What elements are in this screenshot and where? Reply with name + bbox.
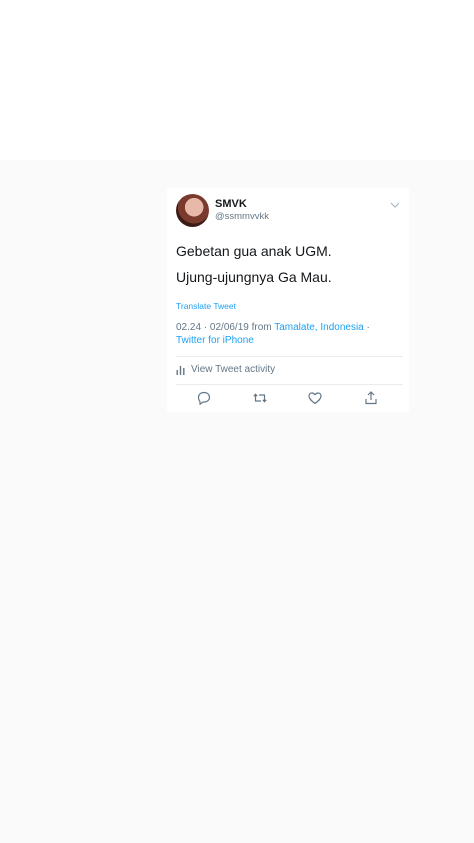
tweet-text-line-1: Gebetan gua anak UGM. [176,243,332,259]
chevron-down-icon[interactable] [389,198,401,210]
translate-tweet-link[interactable]: Translate Tweet [176,301,236,311]
source-link[interactable]: Twitter for iPhone [176,335,254,346]
tweet-actions [167,390,409,406]
bar-chart-icon [176,365,185,375]
divider [176,356,403,357]
retweet-icon[interactable] [252,390,268,406]
meta-separator: · [363,322,370,333]
location-link[interactable]: Tamalate, Indonesia [274,322,364,333]
share-icon[interactable] [363,390,379,406]
avatar[interactable] [176,194,209,227]
tweet-text-line-2: Ujung-ujungnya Ga Mau. [176,269,332,285]
tweet-meta-line: 02.24 · 02/06/19 from Tamalate, Indonesi… [176,322,370,333]
view-tweet-activity[interactable]: View Tweet activity [176,364,275,375]
user-handle[interactable]: @ssmmvvkk [215,211,269,222]
reply-icon[interactable] [196,390,212,406]
divider [176,384,403,385]
tweet-card: SMVK @ssmmvvkk Gebetan gua anak UGM. Uju… [167,188,409,412]
view-tweet-activity-label: View Tweet activity [191,364,276,375]
top-blank-area [0,0,474,160]
display-name[interactable]: SMVK [215,198,247,210]
tweet-timestamp: 02.24 · 02/06/19 from [176,322,275,333]
heart-icon[interactable] [307,390,323,406]
